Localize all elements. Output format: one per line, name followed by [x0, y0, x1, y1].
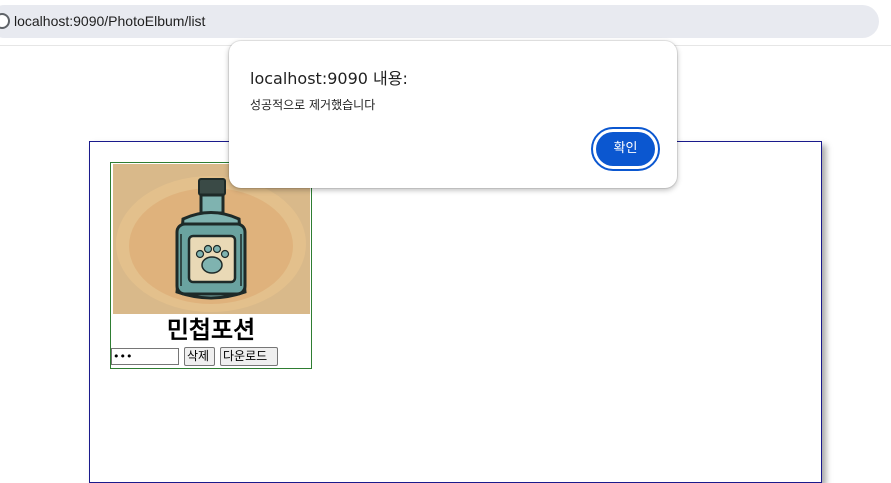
photo-controls: ••• 삭제 다운로드 [111, 347, 311, 368]
url-text[interactable]: localhost:9090/PhotoElbum/list [14, 13, 205, 29]
photo-title: 민첩포션 [166, 316, 256, 344]
photo-card: 민첩포션 ••• 삭제 다운로드 [110, 162, 312, 369]
delete-button[interactable]: 삭제 [184, 347, 215, 366]
ok-button-focus-ring: 확인 [591, 127, 660, 171]
password-input[interactable]: ••• [111, 348, 179, 365]
dialog-title: localhost:9090 내용: [250, 69, 408, 88]
dialog-message: 성공적으로 제거했습니다 [250, 98, 376, 112]
alert-dialog: localhost:9090 내용: 성공적으로 제거했습니다 확인 [229, 41, 677, 188]
browser-toolbar: localhost:9090/PhotoElbum/list [0, 0, 891, 46]
ok-button[interactable]: 확인 [596, 132, 655, 166]
download-button[interactable]: 다운로드 [220, 347, 278, 366]
